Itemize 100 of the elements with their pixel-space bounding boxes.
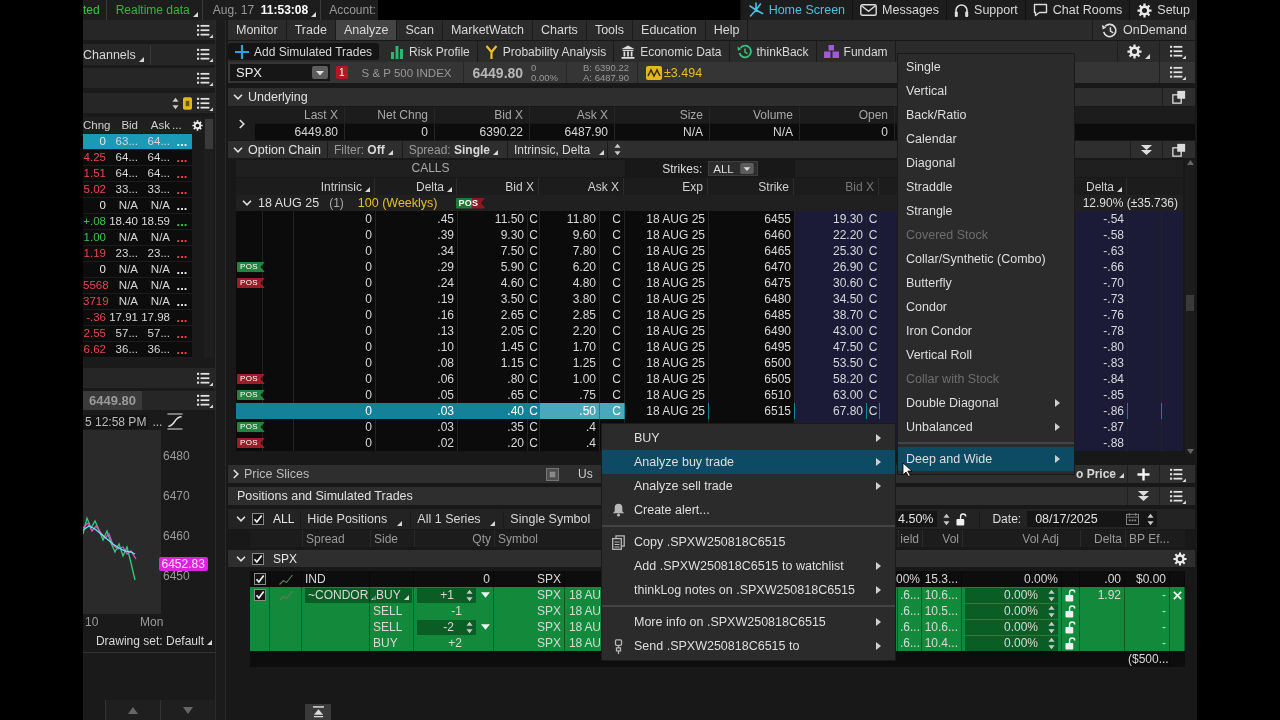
table-cell: N/A — [615, 124, 710, 140]
table-cell-text: ... — [175, 326, 189, 341]
table-cell: 2.65 — [458, 307, 527, 323]
symbol-description: S & P 500 INDEX — [361, 66, 452, 79]
table-cell-text: N/A — [117, 230, 139, 245]
table-cell: 1.15 — [458, 355, 527, 371]
table-cell: C — [528, 371, 539, 387]
table-cell: C — [528, 259, 539, 275]
table-cell: C — [600, 307, 624, 323]
table-cell: 6455 — [709, 211, 794, 227]
table-cell: 6495 — [709, 339, 794, 355]
table-cell: 6390.22 — [435, 124, 530, 140]
last-price: 6449.80 — [472, 64, 524, 81]
table-cell-text: 6.62 — [83, 342, 107, 357]
position-tag: POS — [455, 197, 486, 209]
table-cell: 6449.80 — [255, 124, 345, 140]
table-cell-text: +.08 — [83, 214, 107, 229]
table-cell-text: 0 — [98, 198, 107, 213]
table-cell-text: 0 — [98, 134, 107, 149]
table-cell: 18 AUG 25 — [625, 227, 708, 243]
table-cell: 0 — [294, 371, 375, 387]
table-cell-text: 17.91 — [108, 310, 139, 325]
table-cell-text: 0 — [364, 403, 373, 419]
table-cell: C — [600, 227, 624, 243]
price-axis-label: 6470 — [163, 489, 190, 503]
table-cell: C — [528, 323, 539, 339]
table-cell-text: 5.02 — [83, 182, 107, 197]
table-cell: -.85 — [1073, 387, 1127, 403]
table-cell: 1.00 — [540, 371, 599, 387]
calls-header: CALLS — [236, 160, 625, 177]
section-title: Positions and Simulated Trades — [237, 489, 413, 503]
table-cell: 6470 — [709, 259, 794, 275]
table-cell: 2.05 — [458, 323, 527, 339]
price-axis-label: 6450 — [163, 569, 190, 583]
table-cell: .19 — [376, 291, 457, 307]
table-cell: 0 — [483, 572, 490, 586]
table-cell: C — [600, 259, 624, 275]
table-cell-text: 1.19 — [83, 246, 107, 261]
table-cell: 3.80 — [540, 291, 599, 307]
table-cell: C — [867, 387, 879, 403]
series-count: (1) — [329, 196, 344, 210]
table-cell: 6460 — [709, 227, 794, 243]
table-cell-text: 1.51 — [83, 166, 107, 181]
section-title: Underlying — [248, 90, 308, 104]
table-cell-text: 23... — [146, 246, 171, 261]
table-cell: 6.20 — [540, 259, 599, 275]
table-cell: 18 AUG 25 — [625, 339, 708, 355]
table-cell: C — [867, 403, 879, 419]
table-cell: -.76 — [1073, 307, 1127, 323]
table-cell-text: ... — [175, 342, 189, 357]
table-cell-text: 23... — [114, 246, 139, 261]
table-cell: C — [600, 371, 624, 387]
table-cell-text: .40 — [506, 403, 525, 419]
column-header: ... — [172, 119, 183, 131]
position-tag: POS — [237, 278, 265, 288]
table-cell: C — [600, 275, 624, 291]
section-title: Price Slices — [244, 467, 310, 481]
column-header: Open — [800, 107, 895, 123]
table-cell: 0 — [294, 387, 375, 403]
table-cell: .50 — [540, 403, 599, 419]
table-cell-text: 18.59 — [140, 214, 171, 229]
table-cell: C — [600, 323, 624, 339]
table-cell: .4 — [540, 419, 599, 435]
table-cell: -.78 — [1073, 323, 1127, 339]
table-cell: C — [528, 307, 539, 323]
table-cell-text: 1.00 — [83, 230, 107, 245]
table-cell: C — [528, 227, 539, 243]
table-cell: 18 AUG 25 — [625, 403, 708, 419]
table-cell: 58.20 — [795, 371, 866, 387]
connection-status: ted — [83, 3, 101, 17]
table-cell-text: 57... — [114, 326, 139, 341]
table-cell: 6480 — [709, 291, 794, 307]
table-cell: 6465 — [709, 243, 794, 259]
table-cell-text: ... — [175, 134, 189, 149]
table-cell: 43.00 — [795, 323, 866, 339]
table-cell: C — [867, 291, 879, 307]
table-cell-text: 64... — [146, 166, 171, 181]
table-cell: .13 — [376, 323, 457, 339]
table-cell: 18 AUG 25 — [625, 243, 708, 259]
all-label: ALL — [273, 512, 295, 526]
table-cell: .20 — [458, 435, 527, 451]
current-price-tag: 6452.83 — [159, 557, 208, 572]
table-cell: C — [867, 243, 879, 259]
table-cell-text: .03 — [436, 403, 455, 419]
table-cell: .80 — [458, 371, 527, 387]
table-cell: .45 — [376, 211, 457, 227]
table-cell: -.80 — [1073, 339, 1127, 355]
table-cell: 22.20 — [795, 227, 866, 243]
table-cell: -.66 — [1073, 259, 1127, 275]
position-tag: POS — [237, 390, 265, 400]
ask-price: A: 6487.90 — [583, 72, 629, 83]
table-cell: C — [600, 355, 624, 371]
table-cell-text: N/A — [149, 262, 171, 277]
table-cell: 19.30 — [795, 211, 866, 227]
table-cell: 25.30 — [795, 243, 866, 259]
table-cell: 0 — [800, 124, 895, 140]
table-cell: 6487.90 — [530, 124, 615, 140]
more-label: ... — [152, 414, 163, 429]
table-cell-text: 0 — [98, 262, 107, 277]
table-cell: N/A — [710, 124, 800, 140]
